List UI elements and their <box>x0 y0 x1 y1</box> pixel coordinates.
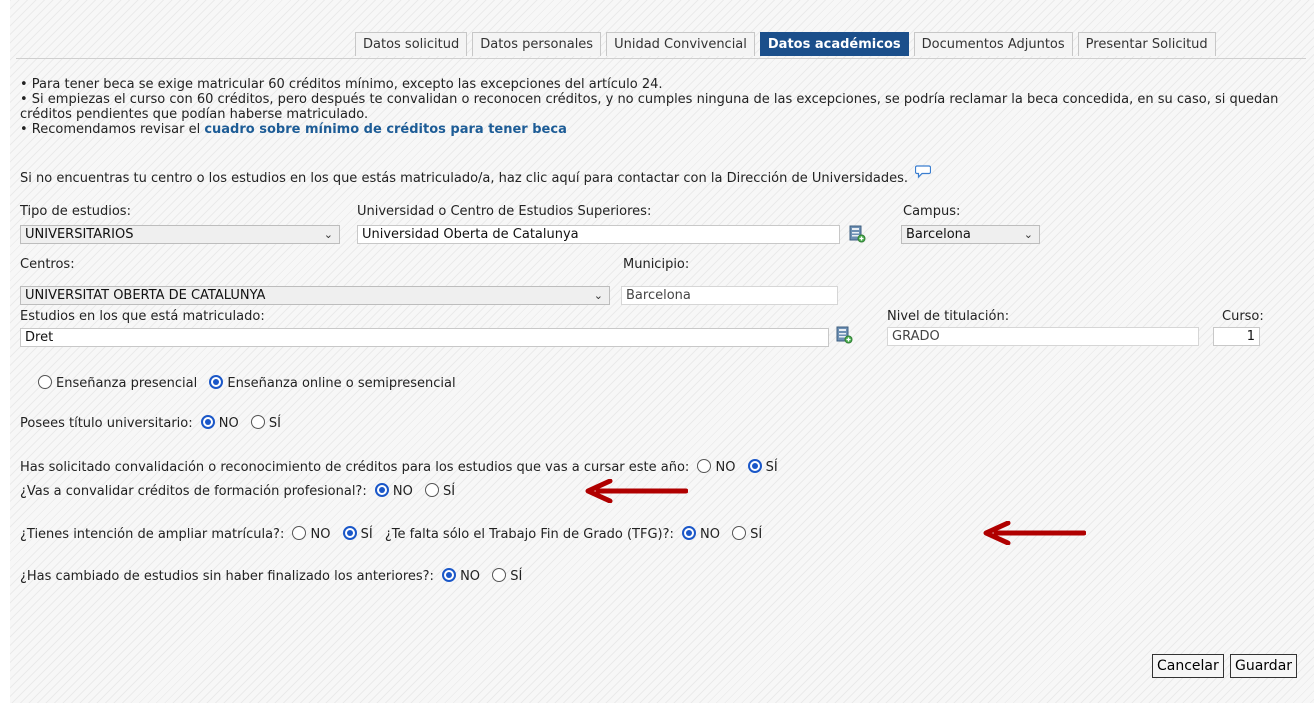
titulo-question: Posees título universitario: <box>20 416 193 431</box>
convalidacion-no-radio[interactable] <box>697 459 712 473</box>
ampliar-question: ¿Tienes intención de ampliar matrícula?: <box>20 527 285 542</box>
tipo-estudios-label: Tipo de estudios: <box>20 204 131 219</box>
form-panel: • Para tener beca se exige matricular 60… <box>16 58 1306 689</box>
ampliar-row: ¿Tienes intención de ampliar matrícula?:… <box>20 526 770 542</box>
tab-bar: Datos solicitud Datos personales Unidad … <box>355 32 1216 58</box>
cancel-button[interactable]: Cancelar <box>1152 654 1224 678</box>
convalidacion-no-label: NO <box>715 460 736 475</box>
titulo-no-label: NO <box>218 416 239 431</box>
ampliar-si-label: SÍ <box>360 527 373 542</box>
tab-datos-personales[interactable]: Datos personales <box>472 32 602 56</box>
municipio-field: Barcelona <box>621 286 838 305</box>
modalidad-row: Enseñanza presencial Enseñanza online o … <box>38 375 464 391</box>
fp-si-label: SÍ <box>442 484 456 499</box>
universidad-value: Universidad Oberta de Catalunya <box>362 227 579 242</box>
search-estudios-icon[interactable] <box>836 326 853 344</box>
info-line-2: • Si empiezas el curso con 60 créditos, … <box>20 92 1279 122</box>
chevron-down-icon: ⌄ <box>323 228 333 241</box>
cambiado-row: ¿Has cambiado de estudios sin haber fina… <box>20 568 530 584</box>
tab-datos-academicos[interactable]: Datos académicos <box>759 32 909 56</box>
fp-si-radio[interactable] <box>424 483 439 497</box>
tfg-question: ¿Te falta sólo el Trabajo Fin de Grado (… <box>384 527 674 542</box>
tfg-si-radio[interactable] <box>732 526 747 540</box>
cambiado-si-radio[interactable] <box>492 568 507 582</box>
creditos-link[interactable]: cuadro sobre mínimo de créditos para ten… <box>204 122 567 137</box>
ampliar-si-radio[interactable] <box>342 526 357 540</box>
ampliar-no-radio[interactable] <box>292 526 307 540</box>
titulo-row: Posees título universitario: NO SÍ <box>20 415 289 431</box>
tab-presentar-solicitud[interactable]: Presentar Solicitud <box>1077 32 1216 56</box>
convalidacion-question: Has solicitado convalidación o reconocim… <box>20 460 690 475</box>
online-label: Enseñanza online o semipresencial <box>227 376 456 391</box>
nivel-titulacion-value: GRADO <box>892 329 940 344</box>
titulo-si-label: SÍ <box>268 416 281 431</box>
estudios-label: Estudios en los que está matriculado: <box>20 309 265 324</box>
titulo-si-radio[interactable] <box>250 415 265 429</box>
centros-select[interactable]: UNIVERSITAT OBERTA DE CATALUNYA ⌄ <box>20 286 610 305</box>
fp-row: ¿Vas a convalidar créditos de formación … <box>20 483 463 499</box>
fp-no-radio[interactable] <box>374 483 389 497</box>
nivel-titulacion-field: GRADO <box>887 327 1199 346</box>
tipo-estudios-value: UNIVERSITARIOS <box>25 227 134 242</box>
curso-value: 1 <box>1246 329 1255 344</box>
tab-unidad-convivencial[interactable]: Unidad Convivencial <box>606 32 755 56</box>
curso-label: Curso: <box>1222 309 1264 324</box>
estudios-value: Dret <box>25 330 54 345</box>
radio-online[interactable] <box>209 375 224 389</box>
arrow-tfg-icon <box>983 521 1086 545</box>
convalidacion-si-radio[interactable] <box>747 459 762 473</box>
universidad-input[interactable]: Universidad Oberta de Catalunya <box>357 225 840 244</box>
campus-label: Campus: <box>903 204 961 219</box>
municipio-value: Barcelona <box>626 288 691 303</box>
cambiado-question: ¿Has cambiado de estudios sin haber fina… <box>20 569 434 584</box>
info-line-3: • Recomendamos revisar el cuadro sobre m… <box>20 122 1290 137</box>
tfg-no-radio[interactable] <box>682 526 697 540</box>
universidad-label: Universidad o Centro de Estudios Superio… <box>357 204 652 219</box>
arrow-fp-icon <box>585 479 688 503</box>
convalidacion-row: Has solicitado convalidación o reconocim… <box>20 459 786 475</box>
save-button[interactable]: Guardar <box>1230 654 1298 678</box>
tab-datos-solicitud[interactable]: Datos solicitud <box>355 32 468 56</box>
centros-label: Centros: <box>20 257 75 272</box>
info-line-1: • Para tener beca se exige matricular 60… <box>20 77 663 92</box>
ampliar-no-label: NO <box>310 527 331 542</box>
contact-text[interactable]: Si no encuentras tu centro o los estudio… <box>20 171 908 186</box>
fp-no-label: NO <box>392 484 413 499</box>
contact-row: Si no encuentras tu centro o los estudio… <box>20 165 932 186</box>
tab-documentos-adjuntos[interactable]: Documentos Adjuntos <box>913 32 1073 56</box>
estudios-input[interactable]: Dret <box>20 328 829 347</box>
titulo-no-radio[interactable] <box>200 415 215 429</box>
info-line-3-prefix: • Recomendamos revisar el <box>20 122 205 137</box>
search-universidad-icon[interactable] <box>849 225 866 243</box>
chevron-down-icon: ⌄ <box>593 289 603 302</box>
campus-value: Barcelona <box>906 227 971 242</box>
radio-presencial[interactable] <box>38 375 52 389</box>
fp-question: ¿Vas a convalidar créditos de formación … <box>20 484 367 499</box>
nivel-label: Nivel de titulación: <box>887 309 1010 324</box>
tipo-estudios-select[interactable]: UNIVERSITARIOS ⌄ <box>20 225 340 244</box>
chevron-down-icon: ⌄ <box>1023 228 1033 241</box>
municipio-label: Municipio: <box>623 257 690 272</box>
cambiado-si-label: SÍ <box>510 569 523 584</box>
presencial-label: Enseñanza presencial <box>56 376 198 391</box>
campus-select[interactable]: Barcelona ⌄ <box>901 225 1040 244</box>
cambiado-no-radio[interactable] <box>442 568 457 582</box>
tfg-si-label: SÍ <box>750 527 763 542</box>
chat-bubble-icon[interactable] <box>915 165 932 179</box>
curso-input[interactable]: 1 <box>1213 327 1260 346</box>
cambiado-no-label: NO <box>460 569 481 584</box>
centros-value: UNIVERSITAT OBERTA DE CATALUNYA <box>25 288 266 303</box>
left-margin <box>0 0 10 703</box>
tfg-no-label: NO <box>700 527 720 542</box>
convalidacion-si-label: SÍ <box>765 460 778 475</box>
